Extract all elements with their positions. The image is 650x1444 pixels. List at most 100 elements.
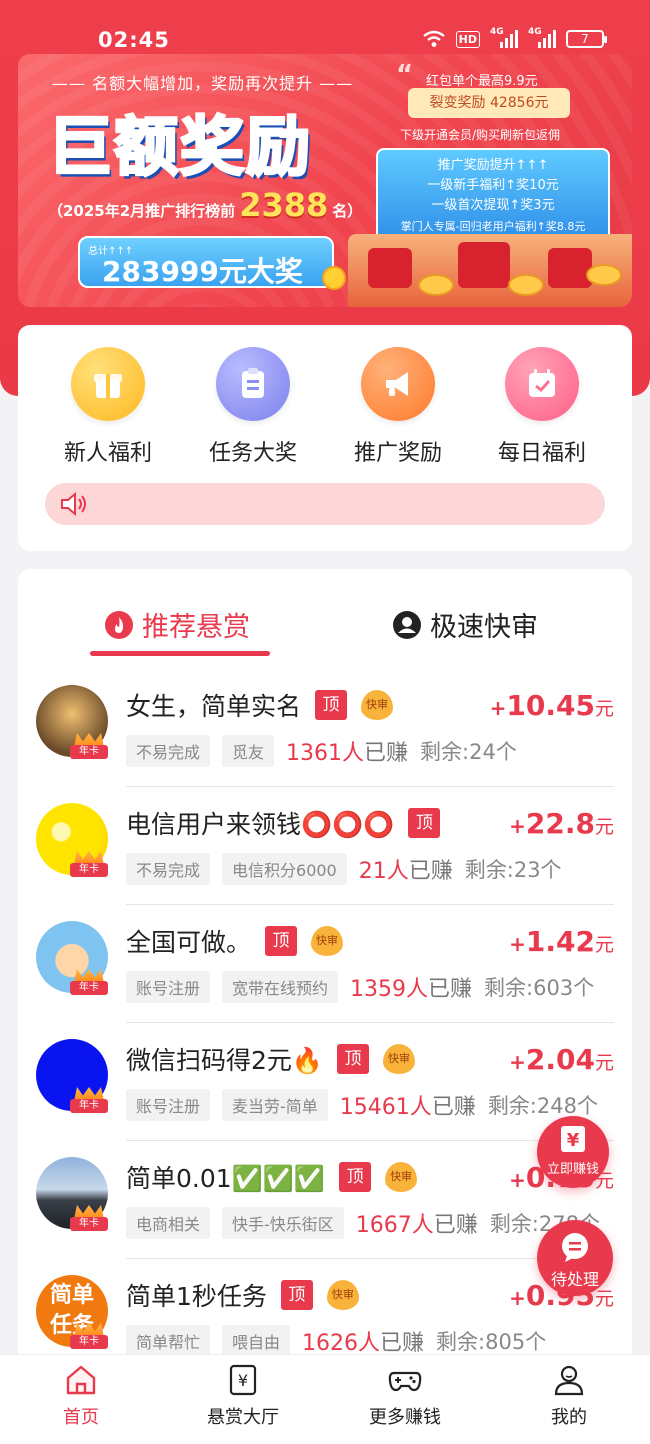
vip-crown-icon: 年卡 bbox=[70, 1205, 108, 1233]
reward-card-line1: 一级新手福利↑奖10元 bbox=[427, 178, 559, 193]
status-time: 02:45 bbox=[98, 28, 170, 52]
banner-rank: （2025年2月推广排行榜前 2388 名） bbox=[48, 186, 362, 224]
rank-number: 2388 bbox=[239, 186, 329, 224]
task-tag: 喂自由 bbox=[222, 1325, 291, 1357]
home-icon bbox=[66, 1365, 96, 1395]
task-tag: 麦当劳-简单 bbox=[222, 1089, 328, 1121]
announcement-bar[interactable] bbox=[45, 483, 605, 525]
task-tag: 电商相关 bbox=[126, 1207, 211, 1239]
signal-icon: 4G bbox=[490, 27, 518, 48]
banner-reward-card: 推广奖励提升↑↑↑ 一级新手福利↑奖10元 一级首次提现↑奖3元 掌门人专属-回… bbox=[376, 148, 610, 244]
task-tag: 快手-快乐街区 bbox=[222, 1207, 344, 1239]
task-meta: 账号注册 宽带在线预约 1359人已赚 剩余:603个 bbox=[126, 971, 594, 1003]
yuan-icon: ¥ bbox=[561, 1126, 585, 1152]
quick-action-promotion[interactable]: 推广奖励 bbox=[338, 347, 458, 467]
speaker-icon bbox=[61, 492, 86, 516]
nav-more-earn[interactable]: 更多赚钱 bbox=[340, 1363, 470, 1429]
pending-label: 待处理 bbox=[550, 1270, 599, 1289]
wifi-icon bbox=[422, 30, 445, 47]
task-list-icon bbox=[216, 347, 290, 421]
task-title-text: 简单0.01✅✅✅ bbox=[126, 1164, 326, 1193]
calendar-check-icon bbox=[505, 347, 579, 421]
task-row[interactable]: 年卡 女生，简单实名 顶 快审 +10.45元 不易完成 觅友 1361人已赚 … bbox=[18, 669, 632, 787]
svg-text:¥: ¥ bbox=[567, 1130, 580, 1151]
gift-box-icon bbox=[71, 347, 145, 421]
quick-action-label: 新人福利 bbox=[63, 441, 152, 466]
pending-button[interactable]: 待处理 bbox=[537, 1220, 613, 1296]
total-value: 283999元大奖 bbox=[102, 255, 303, 288]
task-title: 简单1秒任务 顶 快审 bbox=[126, 1277, 359, 1313]
rank-suffix: 名） bbox=[332, 202, 363, 220]
svg-text:¥: ¥ bbox=[238, 1371, 248, 1390]
task-row[interactable]: 年卡 电信用户来领钱⭕⭕⭕ 顶 +22.8元 不易完成 电信积分6000 21人… bbox=[18, 787, 632, 905]
task-title-text: 微信扫码得2元🔥 bbox=[126, 1046, 324, 1075]
task-meta: 不易完成 觅友 1361人已赚 剩余:24个 bbox=[126, 735, 517, 767]
tab-label: 推荐悬赏 bbox=[142, 612, 250, 643]
task-tag: 宽带在线预约 bbox=[222, 971, 339, 1003]
person-icon bbox=[554, 1365, 584, 1396]
task-tag: 觅友 bbox=[222, 735, 275, 767]
task-meta: 不易完成 电信积分6000 21人已赚 剩余:23个 bbox=[126, 853, 562, 885]
earned-count: 1667人已赚 bbox=[355, 1213, 478, 1238]
tab-recommended[interactable]: 推荐悬赏 bbox=[104, 605, 250, 644]
task-title: 微信扫码得2元🔥 顶 快审 bbox=[126, 1041, 416, 1077]
vip-crown-icon: 年卡 bbox=[70, 733, 108, 761]
task-title: 女生，简单实名 顶 快审 bbox=[126, 687, 394, 723]
top-badge: 顶 bbox=[408, 808, 441, 838]
megaphone-icon bbox=[361, 347, 435, 421]
reward-card-line2: 一级首次提现↑奖3元 bbox=[431, 198, 555, 213]
vip-crown-icon: 年卡 bbox=[70, 851, 108, 879]
status-icons: HD 4G 4G 7 bbox=[422, 27, 607, 48]
vip-crown-icon: 年卡 bbox=[70, 969, 108, 997]
tab-fast-review[interactable]: 极速快审 bbox=[392, 605, 538, 644]
fast-review-badge: 快审 bbox=[361, 690, 394, 720]
nav-reward-hall[interactable]: ¥ 悬赏大厅 bbox=[178, 1363, 308, 1429]
user-badge-icon bbox=[393, 610, 421, 639]
remaining-count: 剩余:805个 bbox=[436, 1330, 547, 1354]
quick-action-daily[interactable]: 每日福利 bbox=[482, 347, 602, 467]
top-badge: 顶 bbox=[315, 690, 348, 720]
banner-fission-box: 裂变奖励 42856元 bbox=[408, 88, 570, 118]
task-row[interactable]: 年卡 全国可做。 顶 快审 +1.42元 账号注册 宽带在线预约 1359人已赚… bbox=[18, 905, 632, 1023]
fast-review-badge: 快审 bbox=[311, 926, 344, 956]
earned-count: 1359人已赚 bbox=[350, 977, 473, 1002]
task-title: 简单0.01✅✅✅ 顶 快审 bbox=[126, 1159, 418, 1195]
banner-total-box: 总计↑↑↑ 283999元大奖 bbox=[78, 236, 334, 288]
yuan-doc-icon: ¥ bbox=[229, 1364, 257, 1396]
nav-home[interactable]: 首页 bbox=[16, 1363, 146, 1429]
earn-now-button[interactable]: ¥ 立即赚钱 bbox=[537, 1116, 609, 1188]
task-title-text: 全国可做。 bbox=[126, 928, 252, 957]
nav-label: 我的 bbox=[551, 1407, 587, 1428]
banner-right-line1: 红包单个最高9.9元 bbox=[426, 74, 538, 89]
task-price: +10.45元 bbox=[489, 689, 614, 722]
task-title: 电信用户来领钱⭕⭕⭕ 顶 bbox=[126, 805, 441, 841]
quick-action-newbie[interactable]: 新人福利 bbox=[48, 347, 168, 467]
reward-card-line3: 掌门人专属-回归老用户福利↑奖8.8元 bbox=[400, 220, 586, 233]
task-meta: 账号注册 麦当劳-简单 15461人已赚 剩余:248个 bbox=[126, 1089, 598, 1121]
quick-action-label: 每日福利 bbox=[497, 441, 586, 466]
reward-card-title: 推广奖励提升↑↑↑ bbox=[437, 158, 549, 173]
task-title-text: 电信用户来领钱⭕⭕⭕ bbox=[126, 810, 395, 839]
nav-label: 更多赚钱 bbox=[369, 1407, 441, 1428]
quick-actions-card: 新人福利 任务大奖 推广奖励 每日福利 bbox=[18, 325, 632, 551]
hd-badge: HD bbox=[455, 30, 480, 48]
remaining-count: 剩余:603个 bbox=[484, 976, 595, 1000]
tab-label: 极速快审 bbox=[430, 612, 538, 643]
top-badge: 顶 bbox=[339, 1162, 372, 1192]
earn-now-label: 立即赚钱 bbox=[546, 1162, 599, 1177]
quick-action-task-prize[interactable]: 任务大奖 bbox=[193, 347, 313, 467]
top-badge: 顶 bbox=[265, 926, 298, 956]
top-badge: 顶 bbox=[280, 1280, 313, 1310]
task-price: +22.8元 bbox=[509, 807, 614, 840]
tab-active-indicator bbox=[90, 651, 270, 656]
battery-icon: 7 bbox=[566, 30, 607, 48]
earned-count: 1361人已赚 bbox=[286, 741, 409, 766]
promo-banner[interactable]: —— 名额大幅增加，奖励再次提升 —— 巨额奖励 （2025年2月推广排行榜前 … bbox=[18, 54, 632, 307]
task-title-text: 女生，简单实名 bbox=[126, 692, 302, 721]
nav-profile[interactable]: 我的 bbox=[504, 1363, 634, 1429]
task-title-text: 简单1秒任务 bbox=[126, 1282, 267, 1311]
fast-review-badge: 快审 bbox=[326, 1280, 359, 1310]
task-title: 全国可做。 顶 快审 bbox=[126, 923, 344, 959]
chat-bubble-icon bbox=[562, 1233, 588, 1262]
fast-review-badge: 快审 bbox=[385, 1162, 418, 1192]
